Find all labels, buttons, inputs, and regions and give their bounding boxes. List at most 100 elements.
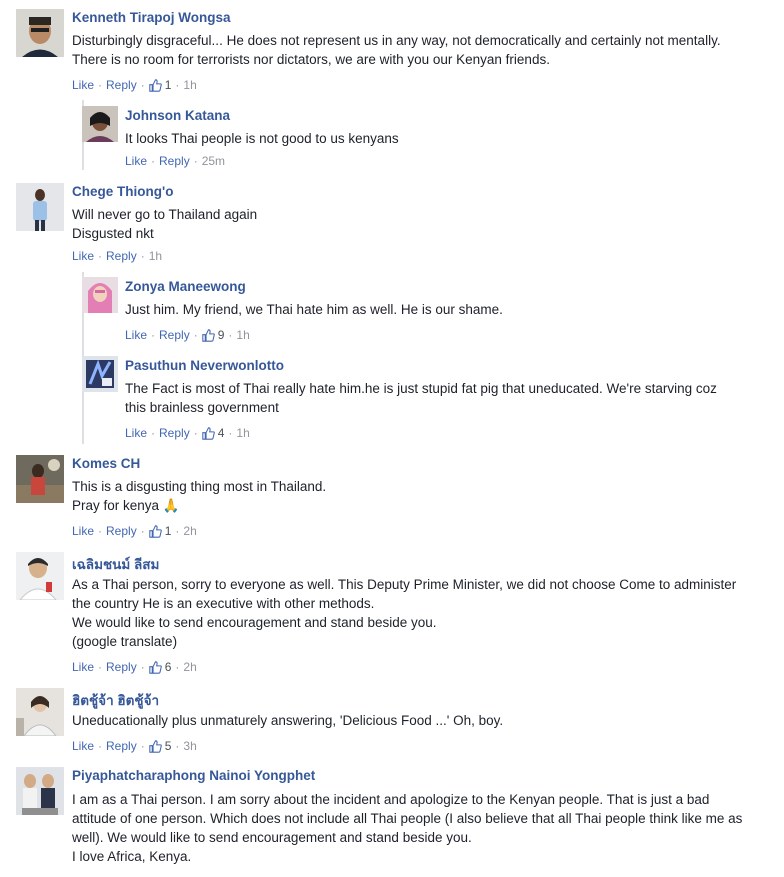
comment-line: Just him. My friend, we Thai hate him as… — [125, 302, 503, 317]
comment-author[interactable]: Piyaphatcharaphong Nainoi Yongphet — [72, 768, 315, 783]
comment-text: It looks Thai people is not good to us k… — [125, 129, 399, 148]
reply-link[interactable]: Reply — [106, 78, 137, 92]
separator: · — [151, 426, 156, 440]
comment-line: Will never go to Thailand again — [72, 207, 258, 222]
separator: · — [175, 78, 180, 92]
comment-text: Disturbingly disgraceful... He does not … — [72, 31, 721, 69]
separator: · — [175, 524, 180, 538]
thumbs-up-icon — [148, 78, 162, 92]
like-link[interactable]: Like — [125, 328, 147, 342]
comment-actions: Like · Reply · 5 · 3h — [72, 739, 197, 753]
avatar[interactable] — [82, 356, 118, 392]
timestamp[interactable]: 1h — [149, 249, 162, 263]
avatar[interactable] — [82, 277, 118, 313]
thumbs-up-icon — [148, 739, 162, 753]
separator: · — [98, 739, 103, 753]
comment-line: The Fact is most of Thai really hate him… — [125, 381, 717, 396]
comment-line: It looks Thai people is not good to us k… — [125, 131, 399, 146]
timestamp[interactable]: 1h — [236, 426, 249, 440]
comment-author[interactable]: เฉลิมชนม์ ลีสม — [72, 553, 159, 575]
reply-link[interactable]: Reply — [106, 739, 137, 753]
thumbs-up-icon — [201, 426, 215, 440]
comment-author[interactable]: Pasuthun Neverwonlotto — [125, 358, 284, 373]
comment-line: We would like to send encouragement and … — [72, 615, 437, 630]
like-count[interactable]: 1 — [148, 78, 171, 92]
like-link[interactable]: Like — [72, 660, 94, 674]
comment-line: I am as a Thai person. I am sorry about … — [72, 792, 710, 807]
like-count[interactable]: 1 — [148, 524, 171, 538]
like-link[interactable]: Like — [125, 154, 147, 168]
comment-author[interactable]: Zonya Maneewong — [125, 279, 246, 294]
avatar[interactable] — [82, 106, 118, 142]
comment-line: attitude of one person. Which does not i… — [72, 811, 743, 826]
comment-line: I love Africa, Kenya. — [72, 849, 192, 864]
separator: · — [98, 524, 103, 538]
comment-author[interactable]: ฮิตชู้จ้า ฮิตชู้จ้า — [72, 689, 159, 711]
comment-actions: Like · Reply · 4 · 1h — [125, 426, 250, 440]
avatar[interactable] — [16, 9, 64, 57]
like-count[interactable]: 6 — [148, 660, 171, 674]
reply-link[interactable]: Reply — [106, 249, 137, 263]
avatar[interactable] — [16, 767, 64, 815]
comment-line: As a Thai person, sorry to everyone as w… — [72, 577, 737, 592]
comment-line: well). We would like to send encourageme… — [72, 830, 472, 845]
avatar[interactable] — [16, 183, 64, 231]
comment-line: Pray for kenya 🙏 — [72, 498, 180, 513]
like-count[interactable]: 5 — [148, 739, 171, 753]
comment-author[interactable]: Chege Thiong'o — [72, 184, 173, 199]
comment-text: Will never go to Thailand again Disguste… — [72, 205, 257, 243]
comment-actions: Like · Reply · 25m — [125, 154, 225, 168]
separator: · — [193, 328, 198, 342]
reply-link[interactable]: Reply — [159, 426, 190, 440]
timestamp[interactable]: 25m — [202, 154, 225, 168]
thumbs-up-icon — [148, 660, 162, 674]
timestamp[interactable]: 3h — [183, 739, 196, 753]
like-link[interactable]: Like — [72, 249, 94, 263]
avatar[interactable] — [16, 688, 64, 736]
comment-line: There is no room for terrorists nor dict… — [72, 52, 550, 67]
thumbs-up-icon — [148, 524, 162, 538]
separator: · — [193, 154, 198, 168]
separator: · — [98, 249, 103, 263]
timestamp[interactable]: 2h — [183, 660, 196, 674]
comment-actions: Like · Reply · 6 · 2h — [72, 660, 197, 674]
comment-line: Uneducationally plus unmaturely answerin… — [72, 713, 504, 728]
timestamp[interactable]: 1h — [236, 328, 249, 342]
like-link[interactable]: Like — [125, 426, 147, 440]
thumbs-up-icon — [201, 328, 215, 342]
separator: · — [140, 78, 145, 92]
comment-line: (google translate) — [72, 634, 178, 649]
avatar[interactable] — [16, 552, 64, 600]
comment-author[interactable]: Kenneth Tirapoj Wongsa — [72, 10, 231, 25]
separator: · — [140, 524, 145, 538]
separator: · — [98, 78, 103, 92]
like-count[interactable]: 4 — [201, 426, 224, 440]
separator: · — [151, 328, 156, 342]
timestamp[interactable]: 1h — [183, 78, 196, 92]
reply-link[interactable]: Reply — [159, 328, 190, 342]
comment-author[interactable]: Johnson Katana — [125, 108, 230, 123]
avatar[interactable] — [16, 455, 64, 503]
comment-text: As a Thai person, sorry to everyone as w… — [72, 575, 736, 651]
comment-actions: Like · Reply · 1 · 2h — [72, 524, 197, 538]
comment-actions: Like · Reply · 9 · 1h — [125, 328, 250, 342]
reply-link[interactable]: Reply — [106, 660, 137, 674]
separator: · — [175, 739, 180, 753]
comment-actions: Like · Reply · 1 · 1h — [72, 78, 197, 92]
comment-author[interactable]: Komes CH — [72, 456, 140, 471]
comment-text: The Fact is most of Thai really hate him… — [125, 379, 717, 417]
like-link[interactable]: Like — [72, 78, 94, 92]
comment-actions: Like · Reply · 1h — [72, 249, 162, 263]
comment-line: this brainless government — [125, 400, 279, 415]
like-link[interactable]: Like — [72, 739, 94, 753]
separator: · — [175, 660, 180, 674]
reply-link[interactable]: Reply — [159, 154, 190, 168]
comment-line: Disgusted nkt — [72, 226, 154, 241]
like-link[interactable]: Like — [72, 524, 94, 538]
comment-text: This is a disgusting thing most in Thail… — [72, 477, 326, 515]
like-count[interactable]: 9 — [201, 328, 224, 342]
separator: · — [193, 426, 198, 440]
separator: · — [98, 660, 103, 674]
reply-link[interactable]: Reply — [106, 524, 137, 538]
timestamp[interactable]: 2h — [183, 524, 196, 538]
